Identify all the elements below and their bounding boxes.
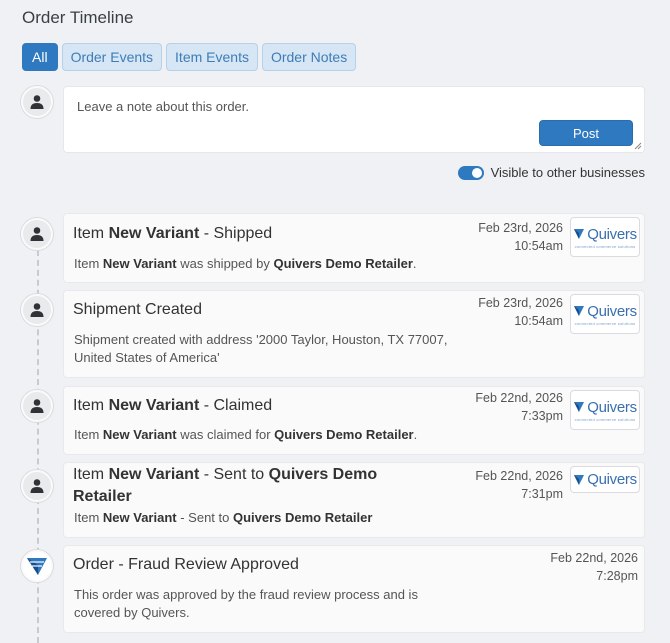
visibility-toggle-row: Visible to other businesses [457,165,645,180]
event-avatar [21,390,53,422]
timeline-event-card: Item New Variant - Claimed Item New Vari… [63,386,645,455]
event-avatar [21,294,53,326]
event-avatar [21,218,53,250]
tab-all[interactable]: All [22,43,58,71]
quivers-logo: Quivers connected commerce solutions [570,217,640,257]
event-title: Item New Variant - Shipped [73,225,273,242]
quivers-logo: Quivers [570,466,640,493]
user-avatar [21,86,53,118]
event-description: This order was approved by the fraud rev… [74,587,418,620]
event-description: Item New Variant was shipped by Quivers … [74,256,417,271]
note-placeholder: Leave a note about this order. [77,99,250,114]
event-timestamp: Feb 22nd, 2026 7:28pm [550,551,638,583]
quivers-logo: Quivers connected commerce solutions [570,390,640,430]
tab-item-events[interactable]: Item Events [166,43,258,71]
timeline-event-card: Item New Variant - Shipped Item New Vari… [63,213,645,283]
timeline-event-card: Order - Fraud Review Approved This order… [63,545,645,633]
event-title: Item New Variant - Claimed [73,397,273,414]
timeline-event-card: Shipment Created Shipment created with a… [63,290,645,378]
tab-order-notes[interactable]: Order Notes [261,43,357,71]
quivers-logo-icon [574,474,585,485]
post-button[interactable]: Post [539,120,633,146]
quivers-logo-icon [574,306,585,316]
event-description: Shipment created with address '2000 Tayl… [74,332,448,365]
tab-order-events[interactable]: Order Events [61,43,163,71]
quivers-logo-icon [27,558,47,575]
page-title: Order Timeline [22,8,134,27]
quivers-logo-icon [574,229,585,239]
event-description: Item New Variant was claimed for Quivers… [74,427,418,442]
user-icon [30,303,44,317]
event-title: Item New Variant - Sent to Quivers Demo … [73,466,378,505]
event-description: Item New Variant - Sent to Quivers Demo … [74,510,373,525]
quivers-logo: Quivers connected commerce solutions [570,294,640,334]
user-icon [30,227,44,241]
event-title: Shipment Created [73,301,202,318]
user-icon [30,399,44,413]
user-icon [30,95,44,109]
visibility-toggle[interactable] [457,165,484,180]
resize-grip-icon[interactable] [634,142,642,150]
event-avatar [21,470,53,502]
visibility-label: Visible to other businesses [490,165,645,180]
timeline-event-card: Item New Variant - Sent to Quivers Demo … [63,462,645,538]
event-timestamp: Feb 23rd, 2026 10:54am [478,221,563,253]
event-title: Order - Fraud Review Approved [73,556,299,573]
event-timestamp: Feb 22nd, 2026 7:31pm [475,469,563,501]
note-textarea[interactable]: Leave a note about this order. Post [63,86,645,153]
user-icon [30,479,44,493]
event-timestamp: Feb 23rd, 2026 10:54am [478,296,563,328]
quivers-avatar [21,550,53,582]
quivers-logo-icon [574,402,585,412]
filter-tabs: All Order Events Item Events Order Notes [22,43,357,71]
event-timestamp: Feb 22nd, 2026 7:33pm [475,391,563,423]
